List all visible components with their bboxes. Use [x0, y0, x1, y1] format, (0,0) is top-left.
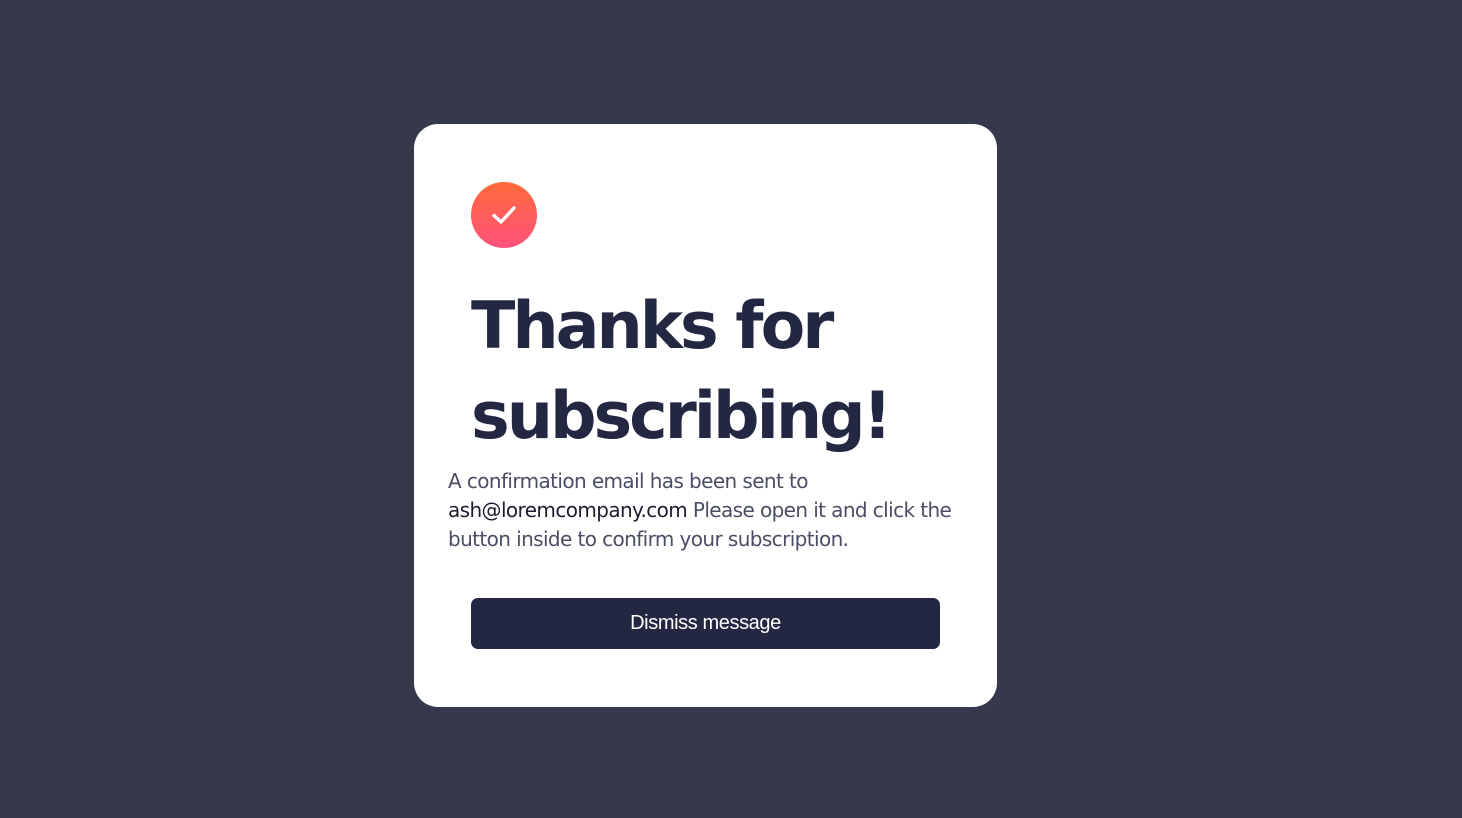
confirmation-message: A confirmation email has been sent to as… [448, 467, 978, 554]
page-title: Thanks for subscribing! [471, 282, 951, 462]
checkmark-icon [492, 206, 516, 224]
checkmark-circle-icon [471, 182, 537, 248]
title-line-2: subscribing! [471, 379, 892, 454]
title-line-1: Thanks for [471, 289, 834, 364]
success-card: Thanks for subscribing! A confirmation e… [414, 124, 997, 707]
dismiss-button[interactable]: Dismiss message [471, 598, 940, 649]
message-intro: A confirmation email has been sent to [448, 469, 808, 493]
email-address: ash@loremcompany.com [448, 498, 688, 522]
